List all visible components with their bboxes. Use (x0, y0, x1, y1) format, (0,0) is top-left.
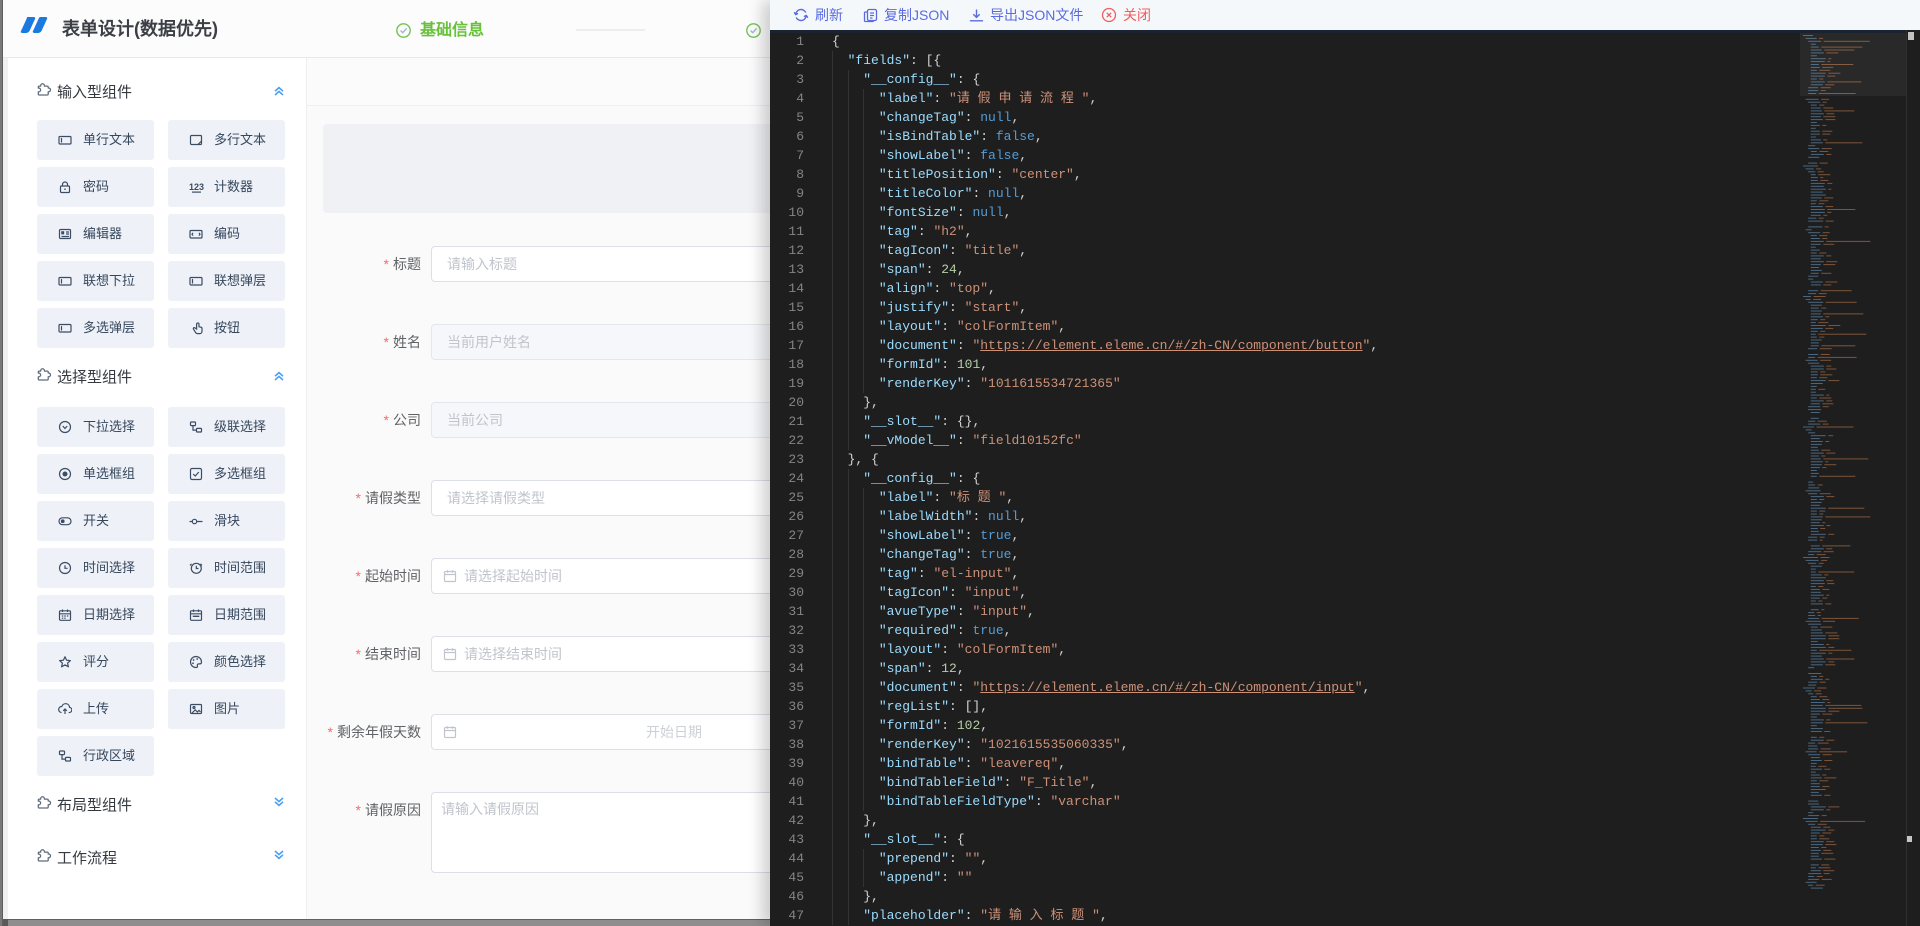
svg-text:123: 123 (189, 182, 204, 192)
